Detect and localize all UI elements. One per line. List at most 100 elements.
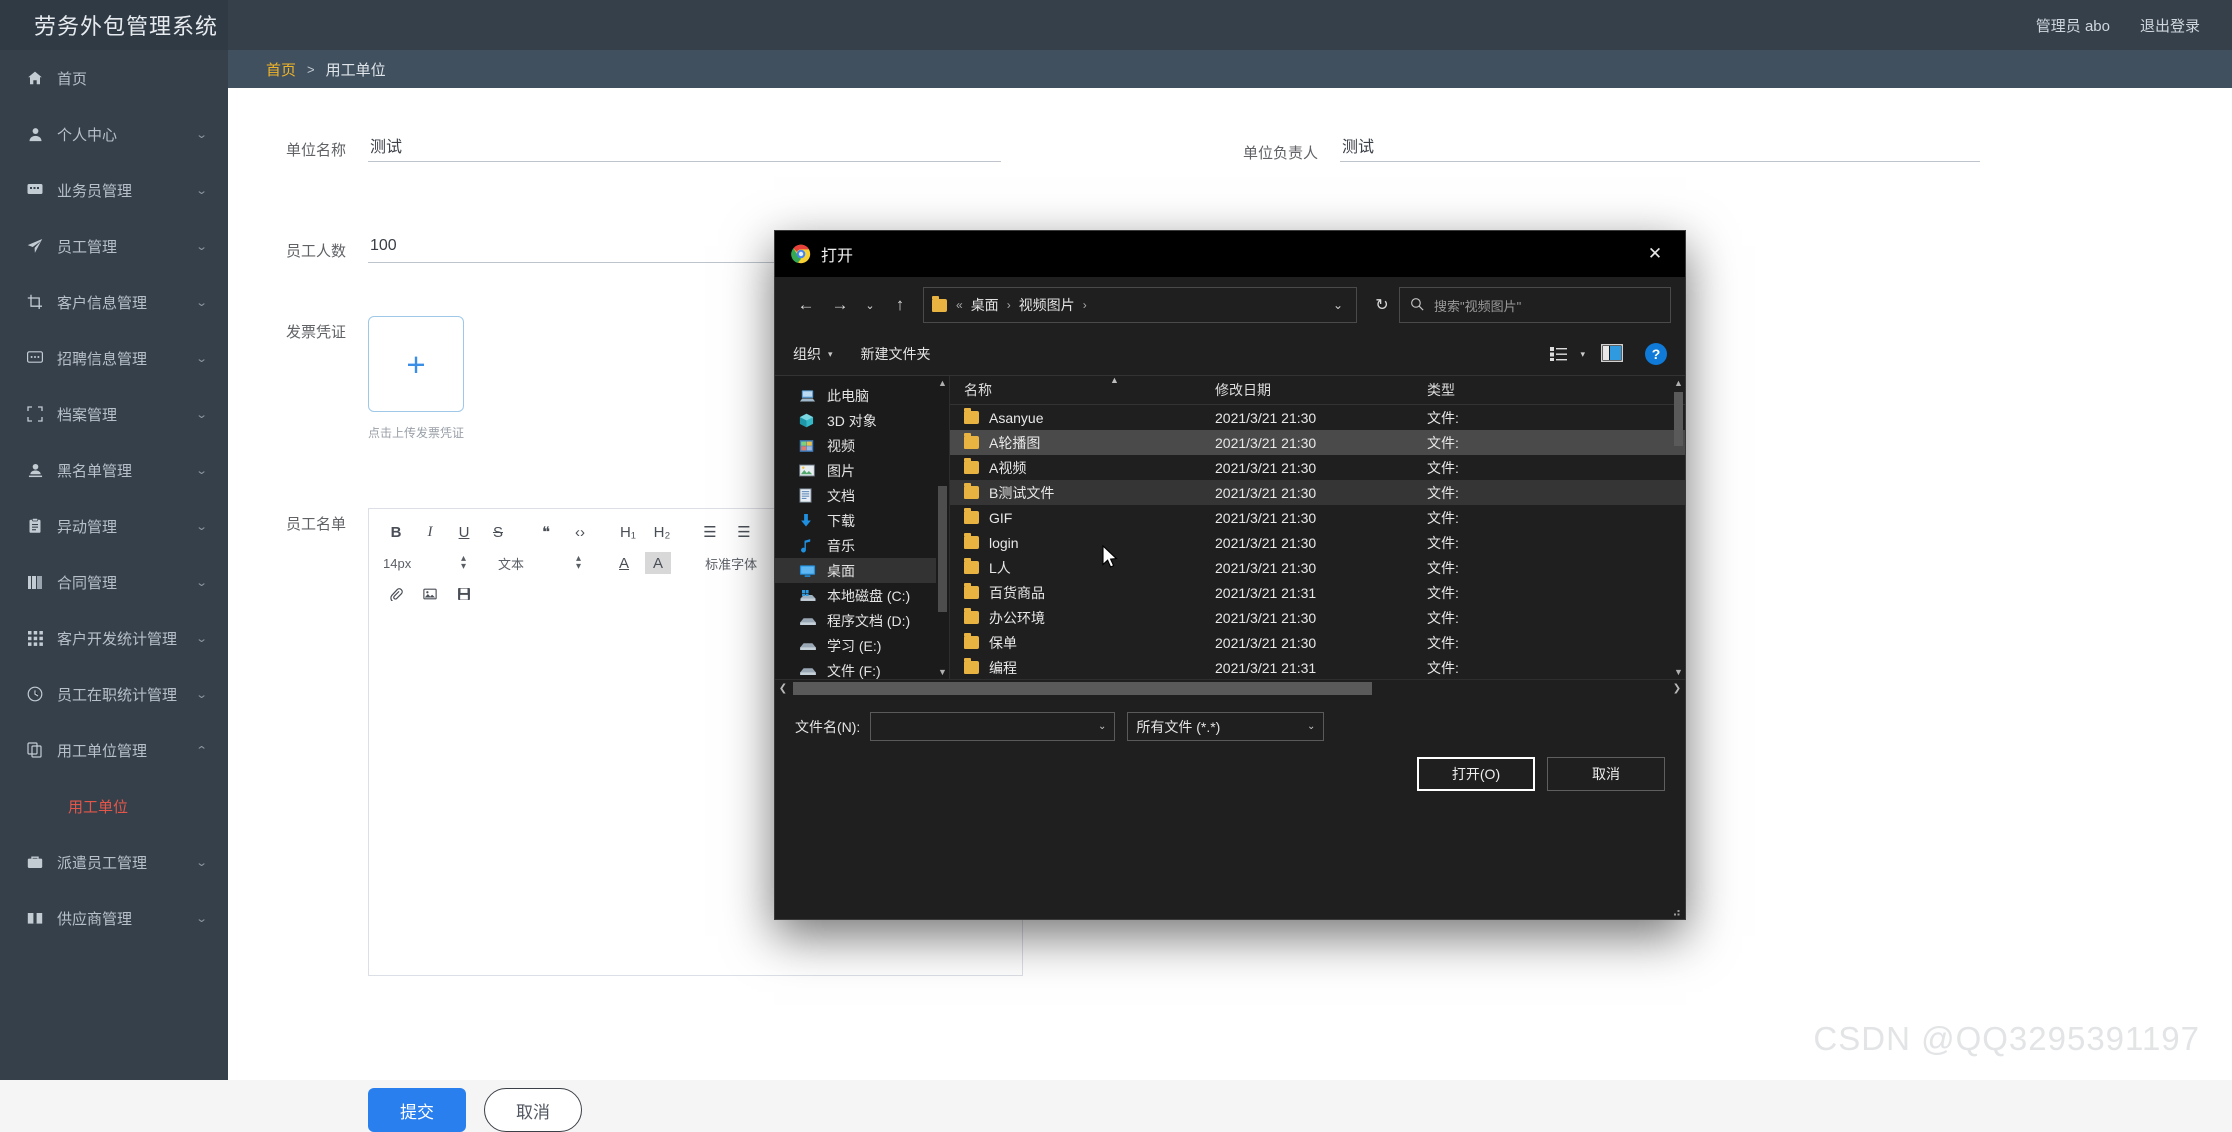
nav-item-drive-f[interactable]: 文件 (F:) xyxy=(775,658,949,679)
scrollbar-thumb[interactable] xyxy=(938,486,947,612)
scroll-right-icon[interactable]: ❯ xyxy=(1669,683,1685,694)
navigation-pane[interactable]: 此电脑 3D 对象 视频 xyxy=(775,376,950,679)
invoice-upload-button[interactable]: + xyxy=(368,316,464,412)
scroll-up-icon[interactable]: ▲ xyxy=(936,376,949,390)
attachment-icon[interactable] xyxy=(383,583,409,605)
table-row[interactable]: 编程 2021/3/21 21:31 文件: xyxy=(950,655,1685,679)
address-dropdown-icon[interactable]: ⌄ xyxy=(1326,298,1350,312)
scrollbar-thumb[interactable] xyxy=(1674,392,1683,446)
address-overflow-icon[interactable]: « xyxy=(956,298,971,312)
nav-item-documents[interactable]: 文档 xyxy=(775,483,949,508)
scroll-down-icon[interactable]: ▼ xyxy=(936,665,949,679)
bullet-list-icon[interactable]: ☰ xyxy=(731,521,757,543)
help-icon[interactable]: ? xyxy=(1645,343,1667,365)
nav-item-desktop[interactable]: 桌面 xyxy=(775,558,949,583)
sidebar-item-blacklist-management[interactable]: 黑名单管理 ⌄ xyxy=(0,442,228,498)
nav-item-this-pc[interactable]: 此电脑 xyxy=(775,383,949,408)
filetype-select[interactable]: 所有文件 (*.*) ⌄ xyxy=(1127,712,1324,741)
heading2-icon[interactable]: H₂ xyxy=(649,521,675,543)
table-row[interactable]: GIF 2021/3/21 21:30 文件: xyxy=(950,505,1685,530)
code-icon[interactable]: ‹› xyxy=(567,521,593,543)
table-row[interactable]: 办公环境 2021/3/21 21:30 文件: xyxy=(950,605,1685,630)
breadcrumb-home-link[interactable]: 首页 xyxy=(266,59,296,80)
table-row[interactable]: A视频 2021/3/21 21:30 文件: xyxy=(950,455,1685,480)
close-icon[interactable]: ✕ xyxy=(1625,231,1685,277)
underline-icon[interactable]: U xyxy=(451,521,477,543)
font-size-select[interactable]: 14px ▴▾ xyxy=(383,555,466,571)
font-family-select[interactable]: 标准字体 xyxy=(705,554,757,573)
heading1-icon[interactable]: H₁ xyxy=(615,521,641,543)
sidebar-item-employee-onjob-stats[interactable]: 员工在职统计管理 ⌄ xyxy=(0,666,228,722)
chevron-down-icon[interactable]: ⌄ xyxy=(1307,721,1315,732)
highlight-color-icon[interactable]: A xyxy=(645,552,671,574)
preview-pane-icon[interactable] xyxy=(1601,344,1627,364)
sidebar-item-salesperson-management[interactable]: 业务员管理 ⌄ xyxy=(0,162,228,218)
table-row[interactable]: 保单 2021/3/21 21:30 文件: xyxy=(950,630,1685,655)
logout-link[interactable]: 退出登录 xyxy=(2140,15,2200,36)
view-options-icon[interactable] xyxy=(1546,343,1572,365)
scrollbar-thumb[interactable] xyxy=(793,682,1372,695)
sidebar-item-customer-development-stats[interactable]: 客户开发统计管理 ⌄ xyxy=(0,610,228,666)
bold-icon[interactable]: B xyxy=(383,521,409,543)
table-row[interactable]: A轮播图 2021/3/21 21:30 文件: xyxy=(950,430,1685,455)
column-header-modified[interactable]: 修改日期 xyxy=(1215,380,1427,400)
italic-icon[interactable]: I xyxy=(417,521,443,543)
nav-item-drive-d[interactable]: 程序文档 (D:) xyxy=(775,608,949,633)
sidebar-item-recruitment-info-management[interactable]: 招聘信息管理 ⌄ xyxy=(0,330,228,386)
ordered-list-icon[interactable]: ☰ xyxy=(697,521,723,543)
up-icon[interactable]: ↑ xyxy=(883,288,917,322)
column-header-name[interactable]: 名称 xyxy=(950,380,1215,400)
unit-name-input[interactable] xyxy=(368,134,1001,162)
sidebar-item-home[interactable]: 首页 xyxy=(0,50,228,106)
nav-item-drive-e[interactable]: 学习 (E:) xyxy=(775,633,949,658)
refresh-icon[interactable]: ↻ xyxy=(1365,288,1399,322)
sidebar-item-customer-info-management[interactable]: 客户信息管理 ⌄ xyxy=(0,274,228,330)
sidebar-item-personal-center[interactable]: 个人中心 ⌄ xyxy=(0,106,228,162)
resize-grip-icon[interactable] xyxy=(1669,904,1681,916)
column-header-type[interactable]: 类型 xyxy=(1427,380,1547,400)
sidebar-item-supplier-management[interactable]: 供应商管理 ⌄ xyxy=(0,890,228,946)
horizontal-scroll-track[interactable] xyxy=(791,682,1669,695)
organize-button[interactable]: 组织 ▾ xyxy=(793,344,833,364)
sidebar-item-change-management[interactable]: 异动管理 ⌄ xyxy=(0,498,228,554)
sidebar-item-dispatch-employee-management[interactable]: 派遣员工管理 ⌄ xyxy=(0,834,228,890)
open-button[interactable]: 打开(O) xyxy=(1417,757,1535,791)
sidebar-item-employer-unit-management[interactable]: 用工单位管理 ⌃ xyxy=(0,722,228,778)
nav-item-music[interactable]: 音乐 xyxy=(775,533,949,558)
scroll-up-icon[interactable]: ▲ xyxy=(1672,376,1685,390)
nav-item-3d-objects[interactable]: 3D 对象 xyxy=(775,408,949,433)
sidebar-item-employee-management[interactable]: 员工管理 ⌄ xyxy=(0,218,228,274)
dialog-cancel-button[interactable]: 取消 xyxy=(1547,757,1665,791)
address-crumb-desktop[interactable]: 桌面 xyxy=(971,295,999,315)
file-list-horizontal-scrollbar[interactable]: ❮ ❯ xyxy=(775,679,1685,696)
file-list-pane[interactable]: 名称 修改日期 类型 ▲ Asanyue 2021/3/21 21:30 文件:… xyxy=(950,376,1685,679)
block-type-select[interactable]: 文本 ▴▾ xyxy=(498,554,581,573)
file-open-dialog[interactable]: 打开 ✕ ← → ⌄ ↑ « 桌面 › 视频图片 › ⌄ ↻ xyxy=(774,230,1686,920)
sidebar-subitem-employer-unit[interactable]: 用工单位 xyxy=(0,778,228,834)
save-icon[interactable] xyxy=(451,583,477,605)
search-input[interactable]: 搜索"视频图片" xyxy=(1399,287,1671,323)
blockquote-icon[interactable]: ❝ xyxy=(533,521,559,543)
sidebar-item-contract-management[interactable]: 合同管理 ⌄ xyxy=(0,554,228,610)
file-list-scrollbar[interactable]: ▲ ▼ xyxy=(1672,376,1685,679)
forward-icon[interactable]: → xyxy=(823,288,857,322)
scroll-left-icon[interactable]: ❮ xyxy=(775,683,791,694)
chevron-down-icon[interactable]: ⌄ xyxy=(1098,721,1106,732)
back-icon[interactable]: ← xyxy=(789,288,823,322)
nav-item-downloads[interactable]: 下载 xyxy=(775,508,949,533)
recent-locations-icon[interactable]: ⌄ xyxy=(857,288,883,322)
cancel-button[interactable]: 取消 xyxy=(484,1088,582,1132)
address-bar[interactable]: « 桌面 › 视频图片 › ⌄ xyxy=(923,287,1357,323)
table-row[interactable]: B测试文件 2021/3/21 21:30 文件: xyxy=(950,480,1685,505)
table-row[interactable]: L人 2021/3/21 21:30 文件: xyxy=(950,555,1685,580)
new-folder-button[interactable]: 新建文件夹 xyxy=(861,344,931,364)
view-dropdown-icon[interactable]: ▾ xyxy=(1580,349,1585,360)
filename-input[interactable]: ⌄ xyxy=(870,712,1115,741)
scroll-down-icon[interactable]: ▼ xyxy=(1672,665,1685,679)
table-row[interactable]: 百货商品 2021/3/21 21:31 文件: xyxy=(950,580,1685,605)
text-color-icon[interactable]: A xyxy=(611,552,637,574)
nav-item-local-disk-c[interactable]: 本地磁盘 (C:) xyxy=(775,583,949,608)
table-row[interactable]: Asanyue 2021/3/21 21:30 文件: xyxy=(950,405,1685,430)
strikethrough-icon[interactable]: S xyxy=(485,521,511,543)
table-row[interactable]: login 2021/3/21 21:30 文件: xyxy=(950,530,1685,555)
